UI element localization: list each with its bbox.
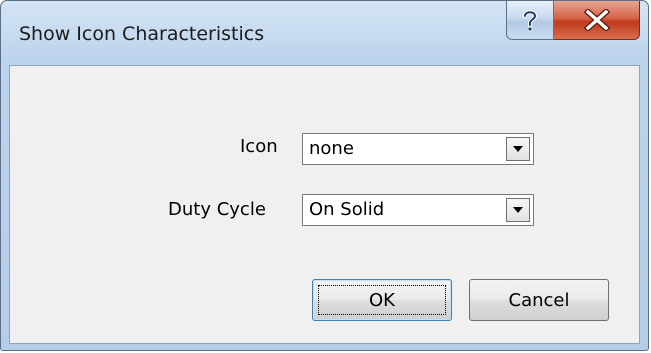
icon-dropdown-button[interactable] <box>506 137 530 161</box>
dialog-client-area: Icon none Duty Cycle On Solid OK Cancel <box>9 65 640 344</box>
duty-cycle-combobox-value: On Solid <box>309 199 385 220</box>
dropdown-arrow-icon <box>513 146 523 152</box>
icon-combobox-value: none <box>309 138 354 159</box>
question-mark-icon <box>523 10 538 32</box>
icon-label: Icon <box>240 136 278 157</box>
title-bar[interactable]: Show Icon Characteristics <box>1 1 648 65</box>
ok-button[interactable]: OK <box>312 279 452 321</box>
duty-cycle-dropdown-button[interactable] <box>506 198 530 222</box>
window-title: Show Icon Characteristics <box>19 23 265 45</box>
title-bar-buttons <box>506 1 640 41</box>
icon-combobox[interactable]: none <box>302 133 534 165</box>
duty-cycle-combobox[interactable]: On Solid <box>302 194 534 226</box>
cancel-button-label: Cancel <box>508 289 570 311</box>
dialog-window: Show Icon Characteristics Icon none Duty… <box>0 0 649 351</box>
duty-cycle-label: Duty Cycle <box>168 199 266 220</box>
dropdown-arrow-icon <box>513 207 523 213</box>
ok-button-label: OK <box>369 289 395 311</box>
cancel-button[interactable]: Cancel <box>469 279 609 321</box>
help-button[interactable] <box>506 1 554 40</box>
close-button[interactable] <box>554 1 640 40</box>
close-x-icon <box>583 9 610 31</box>
